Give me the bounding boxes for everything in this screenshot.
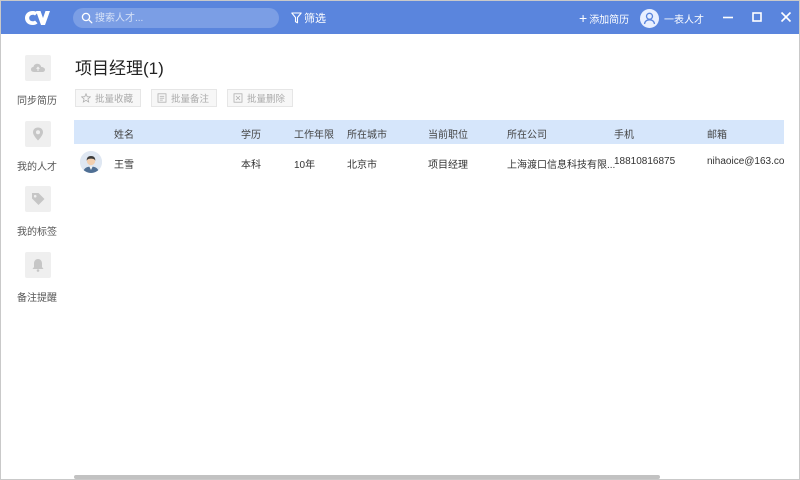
maximize-icon: [752, 12, 762, 22]
add-resume-button[interactable]: + 添加简历: [579, 9, 629, 27]
close-button[interactable]: [778, 9, 794, 25]
table-header: 姓名 学历 工作年限 所在城市 当前职位 所在公司 手机 邮箱: [74, 120, 784, 144]
tag-icon: [32, 193, 45, 205]
table-row[interactable]: 王雪 本科 10年 北京市 项目经理 上海渡口信息科技有限... 1881081…: [74, 144, 784, 180]
page-title: 项目经理(1): [75, 59, 164, 78]
sidebar-icon-box: [25, 252, 51, 278]
plus-icon: +: [579, 10, 588, 26]
batch-favorite-button[interactable]: 批量收藏: [75, 89, 142, 107]
minimize-icon: [723, 16, 733, 19]
search-input[interactable]: [95, 8, 275, 28]
user-avatar-icon: [640, 8, 659, 28]
sidebar-item-label: 我的标签: [17, 227, 57, 238]
star-icon: [81, 93, 91, 103]
batch-delete-button[interactable]: 批量删除: [227, 89, 294, 107]
sidebar-item-reminders[interactable]: 备注提醒: [1, 252, 73, 308]
column-header-company[interactable]: 所在公司: [507, 126, 547, 141]
minimize-button[interactable]: [720, 9, 736, 25]
column-header-position[interactable]: 当前职位: [428, 126, 468, 141]
filter-icon: [291, 12, 302, 24]
cell-phone: 18810816875: [614, 156, 676, 167]
column-header-education[interactable]: 学历: [241, 126, 261, 141]
add-resume-label: 添加简历: [589, 14, 630, 26]
horizontal-scrollbar[interactable]: [74, 475, 660, 479]
cloud-icon: [31, 63, 45, 72]
cell-email: nihaoice@163.com: [707, 156, 784, 167]
batch-note-label: 批量备注: [171, 94, 210, 105]
column-header-city[interactable]: 所在城市: [347, 126, 387, 141]
search-box[interactable]: [73, 8, 279, 28]
sidebar-item-my-talents[interactable]: 我的人才: [1, 121, 73, 177]
batch-actions: 批量收藏 批量备注 批量删除: [75, 89, 303, 107]
maximize-button[interactable]: [749, 9, 765, 25]
note-icon: [157, 93, 167, 103]
user-menu[interactable]: 一表人才: [640, 8, 704, 28]
cell-years: 10年: [294, 160, 316, 171]
search-icon: [81, 12, 93, 24]
delete-icon: [233, 93, 243, 103]
cell-company: 上海渡口信息科技有限...: [507, 160, 616, 171]
sidebar-icon-box: [25, 55, 51, 81]
batch-note-button[interactable]: 批量备注: [151, 89, 218, 107]
batch-favorite-label: 批量收藏: [95, 94, 134, 105]
sidebar-icon-box: [25, 186, 51, 212]
cell-name[interactable]: 王雪: [114, 156, 134, 171]
title-bar: 筛选 + 添加简历 一表人才: [1, 1, 799, 34]
app-window: 筛选 + 添加简历 一表人才: [0, 0, 800, 480]
bell-icon: [32, 259, 44, 272]
cell-city: 北京市: [347, 160, 377, 171]
sidebar: 同步简历 我的人才 我的标签 备注提醒: [1, 34, 73, 479]
sidebar-item-label: 备注提醒: [17, 293, 57, 304]
close-icon: [780, 11, 792, 23]
cell-education: 本科: [241, 160, 261, 171]
sidebar-item-my-tags[interactable]: 我的标签: [1, 186, 73, 242]
batch-delete-label: 批量删除: [247, 94, 286, 105]
column-header-phone[interactable]: 手机: [614, 126, 634, 141]
person-avatar-icon: [80, 151, 102, 173]
filter-button[interactable]: 筛选: [291, 9, 326, 27]
app-logo-icon[interactable]: [23, 8, 51, 28]
sidebar-icon-box: [25, 121, 51, 147]
talent-table: 姓名 学历 工作年限 所在城市 当前职位 所在公司 手机 邮箱 王雪 本科 10…: [74, 120, 784, 180]
user-name: 一表人才: [664, 14, 704, 26]
sidebar-item-label: 我的人才: [17, 162, 57, 173]
column-header-name[interactable]: 姓名: [114, 126, 134, 141]
location-pin-icon: [33, 127, 43, 141]
filter-label: 筛选: [304, 13, 326, 25]
column-header-email[interactable]: 邮箱: [707, 126, 727, 141]
avatar[interactable]: [80, 151, 102, 173]
sidebar-item-sync-resume[interactable]: 同步简历: [1, 55, 73, 111]
column-header-years[interactable]: 工作年限: [294, 126, 334, 141]
sidebar-item-label: 同步简历: [17, 96, 57, 107]
cell-position: 项目经理: [428, 160, 468, 171]
